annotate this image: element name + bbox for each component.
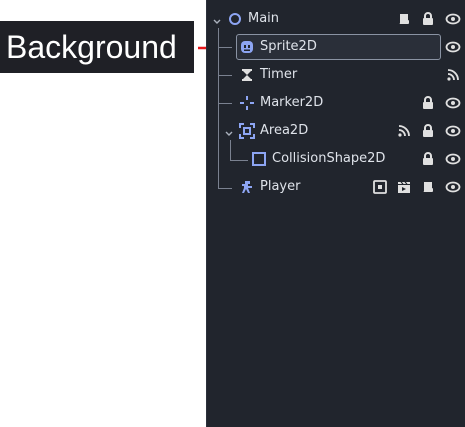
player-scene-icon <box>239 179 255 195</box>
eye-icon[interactable] <box>445 39 461 55</box>
chevron-down-icon[interactable] <box>211 13 223 25</box>
script-icon[interactable] <box>396 11 412 27</box>
signal-icon[interactable] <box>396 123 412 139</box>
tree-item-main[interactable]: Main <box>207 5 465 33</box>
tree-item-label: Main <box>248 11 280 26</box>
tree-item-sprite2d[interactable]: Sprite2D <box>207 33 465 61</box>
tree-item-area2d[interactable]: Area2D <box>207 117 465 145</box>
chevron-down-icon[interactable] <box>223 125 235 137</box>
script-icon[interactable] <box>420 179 436 195</box>
lock-icon[interactable] <box>420 123 436 139</box>
marker-icon <box>239 95 255 111</box>
tree-item-marker2d[interactable]: Marker2D <box>207 89 465 117</box>
signal-icon[interactable] <box>445 67 461 83</box>
eye-icon[interactable] <box>445 179 461 195</box>
tree-item-timer[interactable]: Timer <box>207 61 465 89</box>
annotation-label: Background <box>0 21 194 73</box>
collision-shape-icon <box>251 151 267 167</box>
tree-item-collisionshape2d[interactable]: CollisionShape2D <box>207 145 465 173</box>
tree-item-label: Timer <box>260 67 298 82</box>
tree-item-label: Area2D <box>260 123 309 138</box>
tree-item-label: Player <box>260 179 301 194</box>
node-ring-icon <box>227 11 243 27</box>
open-scene-icon[interactable] <box>372 179 388 195</box>
eye-icon[interactable] <box>445 11 461 27</box>
tree-item-label: Sprite2D <box>260 39 317 54</box>
clapperboard-icon[interactable] <box>396 179 412 195</box>
tree-item-player[interactable]: Player <box>207 173 465 201</box>
eye-icon[interactable] <box>445 95 461 111</box>
scene-tree-panel: Main Sprite2D Timer Marker2D Area2D Coll… <box>206 0 465 427</box>
eye-icon[interactable] <box>445 123 461 139</box>
hourglass-icon <box>239 67 255 83</box>
eye-icon[interactable] <box>445 151 461 167</box>
sprite-icon <box>239 39 255 55</box>
area-icon <box>239 123 255 139</box>
lock-icon[interactable] <box>420 95 436 111</box>
lock-icon[interactable] <box>420 151 436 167</box>
tree-item-label: Marker2D <box>260 95 324 110</box>
lock-icon[interactable] <box>420 11 436 27</box>
tree-item-label: CollisionShape2D <box>272 151 386 166</box>
